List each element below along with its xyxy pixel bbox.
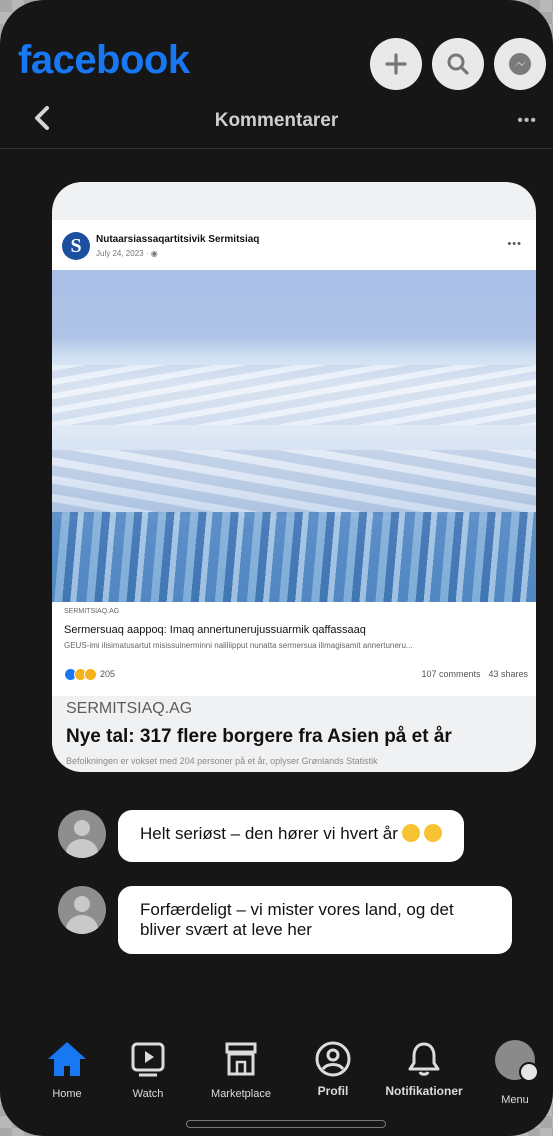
nav-marketplace-label: Marketplace	[211, 1088, 271, 1100]
shared-link-source: SERMITSIAQ.AG	[66, 700, 193, 717]
shared-link-description: Befolkningen er vokset med 204 personer …	[66, 756, 378, 766]
create-button[interactable]	[370, 38, 422, 90]
nav-profile-label: Profil	[317, 1084, 349, 1098]
comments-count[interactable]: 107 comments	[421, 669, 480, 679]
home-icon	[48, 1042, 86, 1076]
phone-screen: facebook Kommentarer ••• S Nutaarsiassaq…	[0, 0, 553, 1136]
facebook-logo[interactable]: facebook	[18, 38, 190, 83]
bell-icon	[408, 1042, 440, 1076]
comment-bubble[interactable]: Forfærdeligt – vi mister vores land, og …	[118, 886, 512, 954]
nav-notifications[interactable]: Notifikationer	[376, 1040, 472, 1098]
bottom-navigation: Home Watch Marketplace Profil Notifikati…	[0, 1030, 553, 1130]
photo-glacier-front	[52, 512, 536, 602]
reactions-bar: 205 107 comments 43 shares	[64, 666, 528, 686]
grinning-emoji-icon	[423, 824, 442, 842]
search-icon	[447, 53, 469, 75]
sad-reaction-icon	[84, 668, 97, 681]
reaction-icons[interactable]	[64, 668, 97, 686]
messenger-button[interactable]	[494, 38, 546, 90]
nav-watch[interactable]: Watch	[122, 1040, 174, 1100]
nav-watch-label: Watch	[132, 1088, 164, 1100]
watch-icon	[131, 1042, 165, 1077]
post-header: S Nutaarsiassaqartitsivik Sermitsiaq Jul…	[62, 232, 526, 262]
shared-link-title[interactable]: Nye tal: 317 flere borgere fra Asien på …	[66, 726, 452, 748]
plus-icon	[385, 53, 407, 75]
nav-marketplace[interactable]: Marketplace	[204, 1040, 278, 1100]
glacier-photo[interactable]	[52, 270, 536, 602]
rolling-eyes-emoji-icon	[401, 824, 420, 842]
post-more-icon[interactable]: •••	[507, 238, 522, 250]
page-title: Kommentarer	[214, 110, 339, 131]
page-avatar[interactable]: S	[62, 232, 90, 260]
messenger-icon	[509, 53, 531, 75]
link-description: GEUS-imi ilisimatusartut misissuinerminn…	[64, 641, 413, 650]
link-title[interactable]: Sermersuaq aappoq: Imaq annertunerujussu…	[64, 624, 366, 636]
nav-home[interactable]: Home	[42, 1040, 92, 1100]
nav-notifications-label: Notifikationer	[385, 1084, 463, 1098]
commenter-avatar[interactable]	[58, 886, 106, 934]
post-date-text: July 24, 2023 ·	[96, 249, 151, 258]
marketplace-icon	[225, 1042, 257, 1076]
commenter-avatar[interactable]	[58, 810, 106, 858]
photo-texture	[52, 450, 536, 520]
embedded-post[interactable]: S Nutaarsiassaqartitsivik Sermitsiaq Jul…	[52, 220, 536, 696]
photo-texture	[52, 365, 536, 425]
nav-profile[interactable]: Profil	[308, 1040, 358, 1098]
more-options-icon[interactable]: •••	[517, 112, 537, 130]
page-name[interactable]: Nutaarsiassaqartitsivik Sermitsiaq	[96, 234, 259, 245]
menu-badge-icon	[519, 1062, 539, 1082]
reaction-count[interactable]: 205	[100, 669, 115, 679]
shares-count[interactable]: 43 shares	[488, 669, 528, 679]
menu-avatar	[495, 1040, 539, 1082]
profile-icon	[315, 1041, 351, 1077]
comment-text: Forfærdeligt – vi mister vores land, og …	[140, 900, 454, 939]
engagement-counts: 107 comments 43 shares	[421, 669, 528, 679]
shared-post-card[interactable]: S Nutaarsiassaqartitsivik Sermitsiaq Jul…	[52, 182, 536, 772]
link-source: SERMITSIAQ.AG	[64, 608, 120, 615]
nav-menu[interactable]: Menu	[492, 1040, 539, 1106]
comment-bubble[interactable]: Helt seriøst – den hører vi hvert år	[118, 810, 464, 862]
home-indicator	[186, 1120, 386, 1128]
search-button[interactable]	[432, 38, 484, 90]
post-date: July 24, 2023 · ◉	[96, 249, 158, 258]
comments-header: Kommentarer •••	[0, 96, 553, 149]
comment-text: Helt seriøst – den hører vi hvert år	[140, 824, 398, 843]
nav-home-label: Home	[52, 1088, 82, 1100]
nav-menu-label: Menu	[501, 1094, 529, 1106]
globe-icon: ◉	[150, 249, 158, 258]
